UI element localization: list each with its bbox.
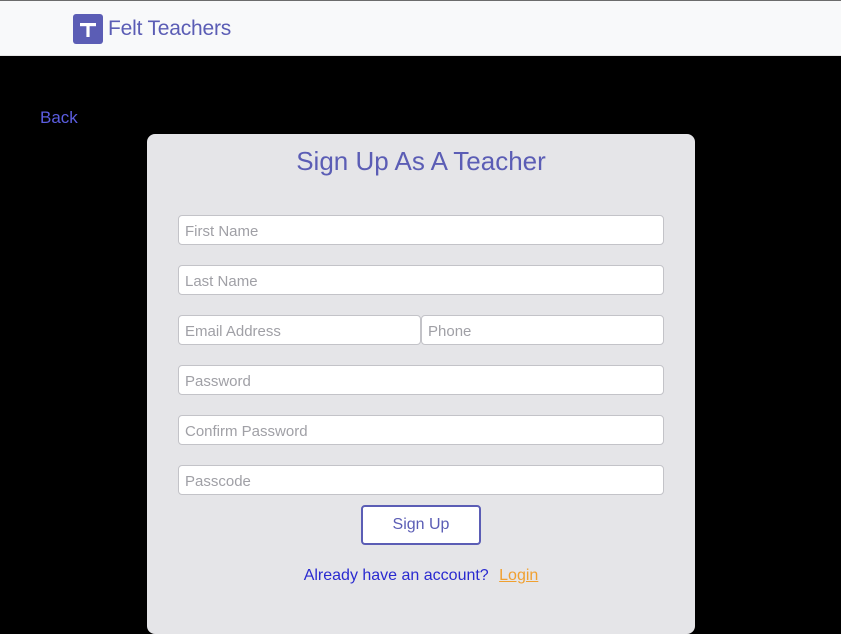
sign-up-button[interactable]: Sign Up <box>361 505 481 545</box>
login-row: Already have an account? Login <box>147 567 695 585</box>
passcode-field[interactable] <box>178 465 664 495</box>
last-name-field[interactable] <box>178 265 664 295</box>
email-field[interactable] <box>178 315 421 345</box>
password-field[interactable] <box>178 365 664 395</box>
login-prompt: Already have an account? <box>303 567 489 584</box>
login-link[interactable]: Login <box>499 567 538 584</box>
page-title: Sign Up As A Teacher <box>296 146 546 176</box>
signup-card: Sign Up As A Teacher Sign Up Already hav… <box>147 134 695 634</box>
brand-name: Felt Teachers <box>108 17 232 40</box>
logo-icon <box>73 14 103 44</box>
logo-t-glyph <box>80 23 96 37</box>
back-link[interactable]: Back <box>40 108 78 128</box>
brand[interactable]: Felt Teachers <box>73 14 231 44</box>
confirm-password-field[interactable] <box>178 415 664 445</box>
phone-field[interactable] <box>421 315 664 345</box>
top-navbar: Felt Teachers <box>0 0 841 56</box>
first-name-field[interactable] <box>178 215 664 245</box>
